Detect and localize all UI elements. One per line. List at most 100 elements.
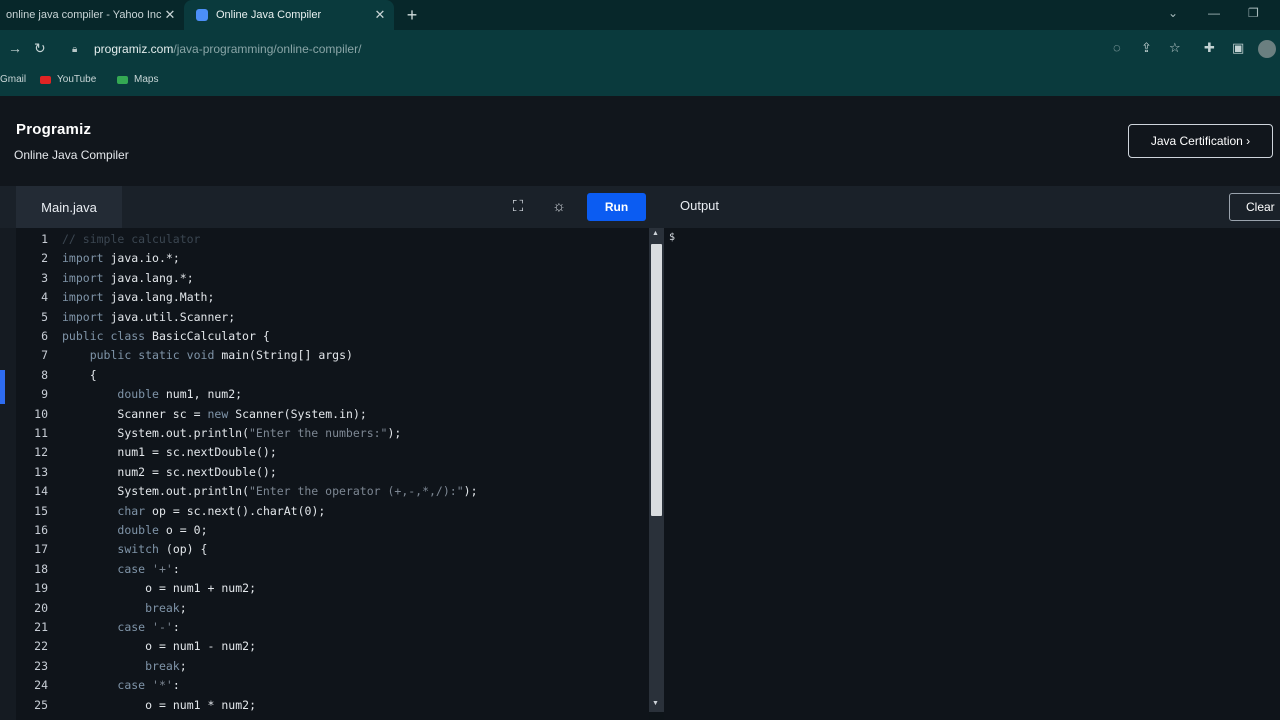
code-line[interactable]: 14 System.out.println("Enter the operato… xyxy=(16,482,649,501)
code-text[interactable]: import java.util.Scanner; xyxy=(62,308,235,327)
code-text[interactable]: double o = 0; xyxy=(62,521,207,540)
code-text[interactable]: case '+': xyxy=(62,560,179,579)
reload-icon[interactable]: ↻ xyxy=(34,40,46,57)
browser-tab-yahoo[interactable]: online java compiler - Yahoo Inc ✕ xyxy=(0,0,184,30)
code-text[interactable]: // simple calculator xyxy=(62,230,200,249)
profile-avatar[interactable] xyxy=(1258,40,1276,58)
line-number: 22 xyxy=(34,639,48,654)
site-header: Programiz Online Java Compiler Java Cert… xyxy=(0,96,1280,186)
java-certification-button[interactable]: Java Certification › xyxy=(1128,124,1273,158)
bookmarks-bar: Gmail YouTube Maps xyxy=(0,68,1280,96)
share-icon[interactable]: ⇪ xyxy=(1141,40,1152,56)
scroll-up-icon[interactable]: ▲ xyxy=(652,230,659,237)
code-text[interactable]: double num1, num2; xyxy=(62,385,242,404)
code-line[interactable]: 23 break; xyxy=(16,657,649,676)
code-text[interactable]: char op = sc.next().charAt(0); xyxy=(62,502,325,521)
code-text[interactable]: import java.lang.*; xyxy=(62,269,194,288)
programiz-favicon-icon xyxy=(196,9,208,21)
programiz-logo[interactable]: Programiz xyxy=(16,121,91,138)
clear-button[interactable]: Clear xyxy=(1229,193,1280,221)
code-line[interactable]: 11 System.out.println("Enter the numbers… xyxy=(16,424,649,443)
file-tab-main-java[interactable]: Main.java xyxy=(16,186,122,228)
code-line[interactable]: 13 num2 = sc.nextDouble(); xyxy=(16,463,649,482)
code-text[interactable]: { xyxy=(62,366,97,385)
code-text[interactable]: num1 = sc.nextDouble(); xyxy=(62,443,276,462)
minimize-icon[interactable]: — xyxy=(1208,6,1220,20)
browser-tab-compiler[interactable]: Online Java Compiler ✕ xyxy=(184,0,394,30)
code-text[interactable]: case '*': xyxy=(62,676,179,695)
code-line[interactable]: 16 double o = 0; xyxy=(16,521,649,540)
code-text[interactable]: break; xyxy=(62,657,187,676)
code-line[interactable]: 15 char op = sc.next().charAt(0); xyxy=(16,502,649,521)
code-line[interactable]: 1 // simple calculator xyxy=(16,230,649,249)
line-number: 25 xyxy=(34,697,48,712)
code-editor[interactable]: 1// simple calculator 2 import java.io.*; 3… xyxy=(16,228,649,720)
restore-icon[interactable]: ❐ xyxy=(1248,6,1259,20)
code-text[interactable]: public static void main(String[] args) xyxy=(62,346,353,365)
code-line[interactable]: 7 public static void main(String[] args) xyxy=(16,346,649,365)
code-line[interactable]: 9 double num1, num2; xyxy=(16,385,649,404)
scroll-down-icon[interactable]: ▼ xyxy=(652,700,659,707)
code-line[interactable]: 21 case '-': xyxy=(16,618,649,637)
bookmark-maps[interactable]: Maps xyxy=(117,74,158,85)
forward-icon[interactable]: → xyxy=(8,40,22,56)
url-field[interactable]: 🔒︎ programiz.com /java-programming/onlin… xyxy=(66,36,1106,62)
close-icon[interactable]: ✕ xyxy=(162,7,178,23)
code-text[interactable]: break; xyxy=(62,599,187,618)
code-line[interactable]: 2 import java.io.*; xyxy=(16,249,649,268)
bookmark-gmail[interactable]: Gmail xyxy=(0,74,26,85)
line-number: 1 xyxy=(41,232,48,246)
line-number: 17 xyxy=(34,542,48,557)
star-icon[interactable]: ☆ xyxy=(1169,40,1181,56)
line-number: 3 xyxy=(41,270,48,285)
code-text[interactable]: case '-': xyxy=(62,618,179,637)
line-number: 9 xyxy=(41,387,48,402)
code-text[interactable]: o = num1 * num2; xyxy=(62,696,256,715)
code-line[interactable]: 19 o = num1 + num2; xyxy=(16,579,649,598)
extensions-icon[interactable]: ✚ xyxy=(1204,40,1215,56)
scrollbar-thumb[interactable] xyxy=(651,244,662,516)
code-line[interactable]: 20 break; xyxy=(16,599,649,618)
code-text[interactable]: public class BasicCalculator { xyxy=(62,327,270,346)
code-text[interactable]: import java.lang.Math; xyxy=(62,288,214,307)
code-line[interactable]: 8 { xyxy=(16,366,649,385)
code-line[interactable]: 3 import java.lang.*; xyxy=(16,269,649,288)
chevron-down-icon[interactable]: ⌄ xyxy=(1168,6,1178,20)
new-tab-button[interactable]: + xyxy=(402,5,422,25)
code-text[interactable]: o = num1 - num2; xyxy=(62,637,256,656)
code-line[interactable]: 12 num1 = sc.nextDouble(); xyxy=(16,443,649,462)
url-host: programiz.com xyxy=(94,42,174,56)
sidepanel-icon[interactable]: ▣ xyxy=(1232,40,1244,56)
code-text[interactable]: o = num1 + num2; xyxy=(62,579,256,598)
run-button[interactable]: Run xyxy=(587,193,646,221)
output-prompt: $ xyxy=(669,232,676,243)
close-icon[interactable]: ✕ xyxy=(372,7,388,23)
tab-title: online java compiler - Yahoo Inc xyxy=(6,9,162,21)
code-line[interactable]: 25 o = num1 * num2; xyxy=(16,696,649,715)
code-line[interactable]: 5 import java.util.Scanner; xyxy=(16,308,649,327)
fullscreen-icon[interactable]: ⛶ xyxy=(508,197,528,217)
code-line[interactable]: 22 o = num1 - num2; xyxy=(16,637,649,656)
output-panel[interactable] xyxy=(664,228,1280,720)
eye-off-icon[interactable]: ◌ xyxy=(1113,40,1121,55)
code-line[interactable]: 4 import java.lang.Math; xyxy=(16,288,649,307)
code-text[interactable]: System.out.println("Enter the operator (… xyxy=(62,482,477,501)
line-number: 8 xyxy=(41,367,48,382)
code-text[interactable]: switch (op) { xyxy=(62,540,207,559)
code-text[interactable]: num2 = sc.nextDouble(); xyxy=(62,463,276,482)
line-number: 23 xyxy=(34,658,48,673)
code-line[interactable]: 10 Scanner sc = new Scanner(System.in); xyxy=(16,405,649,424)
line-number: 4 xyxy=(41,290,48,305)
code-text[interactable]: import java.io.*; xyxy=(62,249,180,268)
code-text[interactable]: System.out.println("Enter the numbers:")… xyxy=(62,424,401,443)
bookmark-youtube[interactable]: YouTube xyxy=(40,74,96,85)
code-text[interactable]: Scanner sc = new Scanner(System.in); xyxy=(62,405,366,424)
code-line[interactable]: 24 case '*': xyxy=(16,676,649,695)
code-line[interactable]: 17 switch (op) { xyxy=(16,540,649,559)
line-number: 5 xyxy=(41,309,48,324)
code-line[interactable]: 6 public class BasicCalculator { xyxy=(16,327,649,346)
theme-toggle-icon[interactable]: ☼ xyxy=(549,197,569,217)
line-number: 10 xyxy=(34,406,48,421)
code-line[interactable]: 18 case '+': xyxy=(16,560,649,579)
line-number: 18 xyxy=(34,561,48,576)
